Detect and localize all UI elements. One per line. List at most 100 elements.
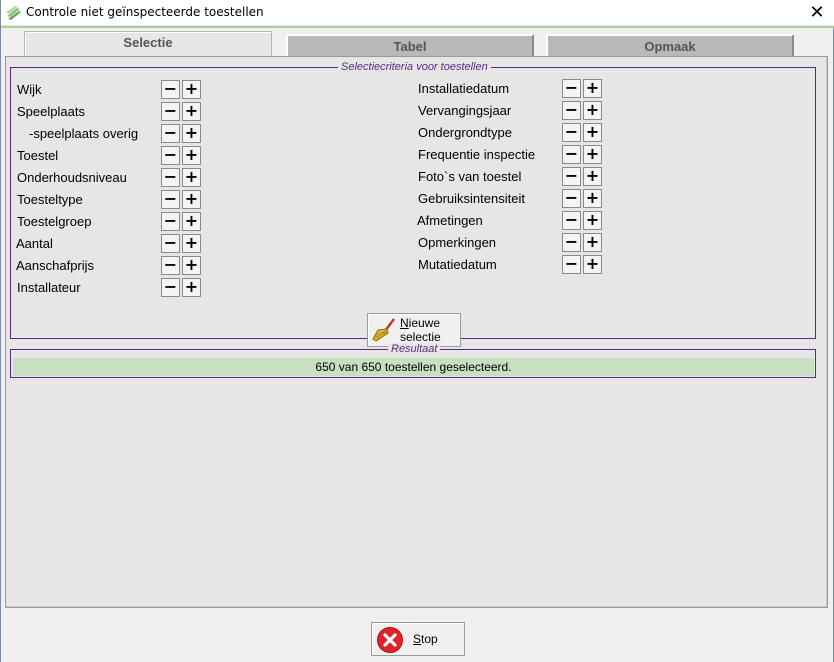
criterion-label-aanschafprijs: Aanschafprijs [16,258,95,273]
minus-icon: − [163,167,178,186]
plus-button-afmetingen[interactable]: + [583,211,602,230]
minus-button-speelplaats-overig[interactable]: − [161,124,180,143]
criterion-label-toestelgroep: Toestelgroep [17,214,92,229]
minus-button-fotos-van-toestel[interactable]: − [562,167,581,186]
minus-button-speelplaats[interactable]: − [161,102,180,121]
stop-button[interactable]: Stop [371,622,465,656]
plus-icon: + [585,100,600,119]
plus-button-opmerkingen[interactable]: + [583,233,602,252]
tab-selectie[interactable]: Selectie [24,31,272,58]
minus-button-toesteltype[interactable]: − [161,190,180,209]
plus-icon: + [184,233,199,252]
plus-icon: + [585,122,600,141]
minus-button-aanschafprijs[interactable]: − [161,256,180,275]
minus-icon: − [163,233,178,252]
minus-button-toestel[interactable]: − [161,146,180,165]
minus-icon: − [163,277,178,296]
minus-button-toestelgroep[interactable]: − [161,212,180,231]
minus-icon: − [564,78,579,97]
minus-icon: − [564,144,579,163]
close-button[interactable]: ✕ [799,0,834,26]
minus-button-opmerkingen[interactable]: − [562,233,581,252]
plus-icon: + [585,166,600,185]
result-groupbox: Resultaat 650 van 650 toestellen geselec… [10,343,816,378]
main-window: Controle niet geïnspecteerde toestellen … [0,0,834,662]
minus-icon: − [163,123,178,142]
minus-icon: − [564,210,579,229]
plus-icon: + [184,79,199,98]
criterion-label-fotos-van-toestel: Foto`s van toestel [418,169,522,184]
stop-label: Stop [413,632,438,646]
plus-icon: + [184,145,199,164]
plus-button-installateur[interactable]: + [182,278,201,297]
plus-icon: + [585,188,600,207]
tab-tabel[interactable]: Tabel [286,34,534,58]
criterion-label-toestel: Toestel [17,148,59,163]
plus-button-speelplaats[interactable]: + [182,102,201,121]
plus-icon: + [184,211,199,230]
plus-button-installatiedatum[interactable]: + [583,79,602,98]
plus-icon: + [585,210,600,229]
plus-button-toesteltype[interactable]: + [182,190,201,209]
minus-button-mutatiedatum[interactable]: − [562,255,581,274]
minus-icon: − [163,79,178,98]
tab-opmaak[interactable]: Opmaak [546,34,794,58]
criterion-label-afmetingen: Afmetingen [417,213,483,228]
minus-button-vervangingsjaar[interactable]: − [562,101,581,120]
new-selection-label: Nieuwe selectie [400,316,441,344]
tab-label: Opmaak [644,39,696,54]
minus-icon: − [163,101,178,120]
minus-button-installateur[interactable]: − [161,278,180,297]
criterion-label-ondergrondtype: Ondergrondtype [418,125,512,140]
plus-button-toestelgroep[interactable]: + [182,212,201,231]
minus-icon: − [163,189,178,208]
plus-icon: + [184,167,199,186]
criterion-label-installateur: Installateur [17,280,81,295]
new-selection-button[interactable]: Nieuwe selectie [367,313,461,347]
plus-button-gebruiksintensiteit[interactable]: + [583,189,602,208]
tab-label: Selectie [123,35,173,50]
criterion-label-speelplaats: Speelplaats [17,104,85,119]
plus-icon: + [184,255,199,274]
plus-button-onderhoudsniveau[interactable]: + [182,168,201,187]
criterion-label-toesteltype: Toesteltype [17,192,83,207]
minus-button-frequentie-inspectie[interactable]: − [562,145,581,164]
minus-button-aantal[interactable]: − [161,234,180,253]
plus-button-toestel[interactable]: + [182,146,201,165]
minus-button-ondergrondtype[interactable]: − [562,123,581,142]
plus-button-frequentie-inspectie[interactable]: + [583,145,602,164]
minus-button-onderhoudsniveau[interactable]: − [161,168,180,187]
minus-button-afmetingen[interactable]: − [562,211,581,230]
criterion-label-mutatiedatum: Mutatiedatum [418,257,497,272]
plus-icon: + [585,78,600,97]
app-icon [6,6,21,20]
result-status: 650 van 650 toestellen geselecteerd. [13,358,814,376]
plus-button-wijk[interactable]: + [182,80,201,99]
plus-button-ondergrondtype[interactable]: + [583,123,602,142]
minus-icon: − [163,211,178,230]
plus-icon: + [585,232,600,251]
broom-icon [372,318,395,342]
criteria-legend: Selectiecriteria voor toestellen [338,61,491,73]
plus-icon: + [184,101,199,120]
plus-button-aantal[interactable]: + [182,234,201,253]
minus-button-installatiedatum[interactable]: − [562,79,581,98]
criterion-label-installatiedatum: Installatiedatum [418,81,510,96]
plus-icon: + [585,254,600,273]
minus-icon: − [564,122,579,141]
minus-icon: − [564,166,579,185]
minus-icon: − [564,254,579,273]
plus-button-speelplaats-overig[interactable]: + [182,124,201,143]
criterion-label-gebruiksintensiteit: Gebruiksintensiteit [418,191,525,206]
criterion-label-opmerkingen: Opmerkingen [418,235,497,250]
criterion-label-onderhoudsniveau: Onderhoudsniveau [17,170,127,185]
minus-icon: − [564,232,579,251]
plus-button-mutatiedatum[interactable]: + [583,255,602,274]
plus-icon: + [184,277,199,296]
criteria-groupbox: Selectiecriteria voor toestellen Wijk − … [10,61,816,347]
minus-button-gebruiksintensiteit[interactable]: − [562,189,581,208]
plus-button-fotos-van-toestel[interactable]: + [583,167,602,186]
plus-button-vervangingsjaar[interactable]: + [583,101,602,120]
plus-button-aanschafprijs[interactable]: + [182,256,201,275]
minus-button-wijk[interactable]: − [161,80,180,99]
